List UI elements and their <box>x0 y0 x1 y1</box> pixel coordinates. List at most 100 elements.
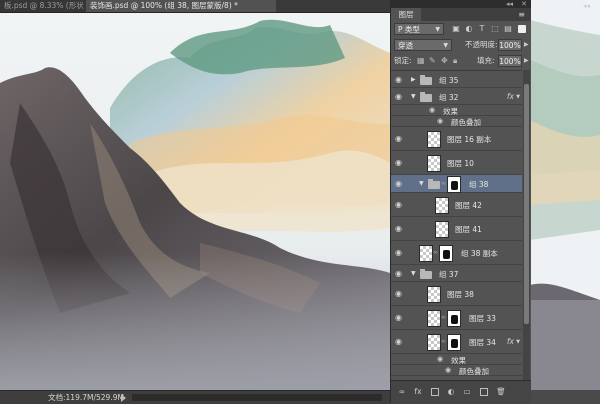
adjustment-filter-icon[interactable]: ◐ <box>464 24 474 34</box>
layer-thumbnail[interactable] <box>427 130 441 148</box>
effect-visibility-icon[interactable]: ◉ <box>429 106 435 114</box>
effect-visibility-icon[interactable]: ◉ <box>445 366 451 374</box>
mask-link-icon[interactable]: ∞ <box>441 180 446 187</box>
link-icon[interactable]: ∞ <box>397 387 407 397</box>
layer-thumbnail[interactable] <box>427 333 441 351</box>
effect-visibility-icon[interactable]: ◉ <box>437 117 443 125</box>
collapse-panel-icon[interactable]: ◂◂ <box>506 0 513 8</box>
layer-name[interactable]: 效果 <box>451 355 466 366</box>
layer-fx-icon[interactable]: fx <box>507 92 514 101</box>
mask-link-icon[interactable]: ∞ <box>441 314 446 321</box>
lock-position-icon[interactable]: ✥ <box>441 55 448 67</box>
visibility-eye-icon[interactable]: ◉ <box>395 337 402 346</box>
new-layer-icon[interactable] <box>480 388 488 396</box>
tab-document-1[interactable]: 板.psd @ 8.33% (形状 1, RGB/8) <box>0 0 92 12</box>
document-size-info[interactable]: 文档:119.7M/529.9M <box>48 391 124 404</box>
close-panel-icon[interactable]: ✕ <box>521 0 527 8</box>
layer-row[interactable]: ◉ 图层 42 <box>391 193 522 217</box>
shape-filter-icon[interactable]: ⬚ <box>490 24 500 34</box>
visibility-eye-icon[interactable]: ◉ <box>395 134 402 143</box>
collapse-arrow-icon[interactable]: ▼ <box>419 180 424 187</box>
visibility-eye-icon[interactable]: ◉ <box>395 313 402 322</box>
layer-row[interactable]: ◉ 图层 16 副本 <box>391 127 522 151</box>
layer-mask-thumbnail[interactable] <box>439 244 453 262</box>
layer-name[interactable]: 图层 34 <box>469 337 496 348</box>
fill-input[interactable]: 100% <box>498 55 522 67</box>
lock-image-icon[interactable]: ✎ <box>429 55 436 67</box>
layer-name[interactable]: 组 35 <box>439 75 458 86</box>
layer-thumbnail[interactable] <box>435 220 449 238</box>
tab-document-active[interactable]: 装饰画.psd @ 100% (组 38, 图层蒙版/8) * <box>86 0 276 12</box>
layer-effect-row[interactable]: ◉ 效果 <box>391 354 522 365</box>
document-canvas[interactable] <box>0 13 390 390</box>
horizontal-scrollbar[interactable] <box>132 394 382 401</box>
layer-thumbnail[interactable] <box>427 154 441 172</box>
layer-row[interactable]: ◉ ∞ 组 38 副本 <box>391 241 522 265</box>
visibility-eye-icon[interactable]: ◉ <box>395 248 402 257</box>
layer-name[interactable]: 组 37 <box>439 269 458 280</box>
panel-menu-icon[interactable]: ≡ <box>518 10 525 19</box>
layer-thumbnail[interactable] <box>427 285 441 303</box>
mask-link-icon[interactable]: ∞ <box>441 338 446 345</box>
layer-name[interactable]: 组 32 <box>439 92 458 103</box>
layer-mask-thumbnail[interactable] <box>447 175 461 193</box>
canvas-right-strip[interactable] <box>530 0 600 390</box>
layer-effect-row[interactable]: ◉ 颜色叠加 <box>391 365 522 376</box>
smart-object-filter-icon[interactable]: ▤ <box>503 24 513 34</box>
layer-name[interactable]: 效果 <box>443 106 458 117</box>
fill-slider-arrow-icon[interactable]: ▶ <box>524 55 529 67</box>
layer-name[interactable]: 图层 16 副本 <box>447 134 491 145</box>
layer-effect-row[interactable]: ◉ 颜色叠加 <box>391 116 522 127</box>
layer-group-row[interactable]: ◉ ▼ 组 32 fx ▼ <box>391 88 522 105</box>
effect-visibility-icon[interactable]: ◉ <box>437 355 443 363</box>
layer-name[interactable]: 图层 10 <box>447 158 474 169</box>
layer-name[interactable]: 图层 42 <box>455 200 482 211</box>
visibility-eye-icon[interactable]: ◉ <box>395 179 402 188</box>
new-group-icon[interactable]: ▭ <box>462 387 472 397</box>
status-menu-arrow-icon[interactable] <box>121 394 126 402</box>
visibility-eye-icon[interactable]: ◉ <box>395 289 402 298</box>
layer-thumbnail[interactable] <box>419 244 433 262</box>
collapse-arrow-icon[interactable]: ▼ <box>411 93 416 100</box>
collapse-dock-icon[interactable]: ◂◂ <box>583 2 590 10</box>
filter-toggle-switch[interactable] <box>518 25 526 33</box>
layer-name[interactable]: 组 38 副本 <box>461 248 498 259</box>
layer-name[interactable]: 组 38 <box>469 179 488 190</box>
visibility-eye-icon[interactable]: ◉ <box>395 200 402 209</box>
collapse-arrow-icon[interactable]: ▼ <box>411 270 416 277</box>
visibility-eye-icon[interactable]: ◉ <box>395 224 402 233</box>
layer-thumbnail[interactable] <box>435 196 449 214</box>
layers-scrollbar[interactable] <box>523 70 530 380</box>
delete-icon[interactable]: 🗑︎ <box>496 387 506 397</box>
layer-filter-select[interactable]: P 类型 ▼ <box>394 23 444 35</box>
layer-fx-icon[interactable]: fx <box>507 337 514 346</box>
layer-mask-thumbnail[interactable] <box>447 309 461 327</box>
visibility-eye-icon[interactable]: ◉ <box>395 158 402 167</box>
visibility-eye-icon[interactable]: ◉ <box>395 75 402 84</box>
lock-transparency-icon[interactable]: ▦ <box>417 55 425 67</box>
layer-row[interactable]: ◉ 图层 41 <box>391 217 522 241</box>
opacity-input[interactable]: 100% <box>498 39 522 51</box>
blend-mode-select[interactable]: 穿透 ▼ <box>394 39 452 51</box>
layer-effect-row[interactable]: ◉ 效果 <box>391 105 522 116</box>
layer-name[interactable]: 图层 38 <box>447 289 474 300</box>
layer-name[interactable]: 图层 33 <box>469 313 496 324</box>
layer-row[interactable]: ◉ ∞ 图层 34 fx ▼ <box>391 330 522 354</box>
layers-scrollbar-thumb[interactable] <box>524 84 529 324</box>
fx-toggle-arrow-icon[interactable]: ▼ <box>516 339 520 345</box>
layer-group-row[interactable]: ◉ ▶ 组 35 <box>391 71 522 88</box>
layer-row[interactable]: ◉ ∞ 图层 33 <box>391 306 522 330</box>
layer-thumbnail[interactable] <box>427 309 441 327</box>
layer-mask-thumbnail[interactable] <box>447 333 461 351</box>
lock-all-icon[interactable]: 🔒︎ <box>453 55 457 67</box>
expand-arrow-icon[interactable]: ▶ <box>411 76 416 83</box>
layer-row[interactable]: ◉ 图层 10 <box>391 151 522 175</box>
layer-name[interactable]: 颜色叠加 <box>459 366 489 377</box>
fx-icon[interactable]: fx <box>413 387 423 397</box>
layer-name[interactable]: 颜色叠加 <box>451 117 481 128</box>
image-filter-icon[interactable]: ▣ <box>451 24 461 34</box>
fx-toggle-arrow-icon[interactable]: ▼ <box>516 94 520 100</box>
text-filter-icon[interactable]: T <box>477 24 487 34</box>
adjustment-icon[interactable]: ◐ <box>446 387 456 397</box>
layer-row[interactable]: ◉ 图层 38 <box>391 282 522 306</box>
